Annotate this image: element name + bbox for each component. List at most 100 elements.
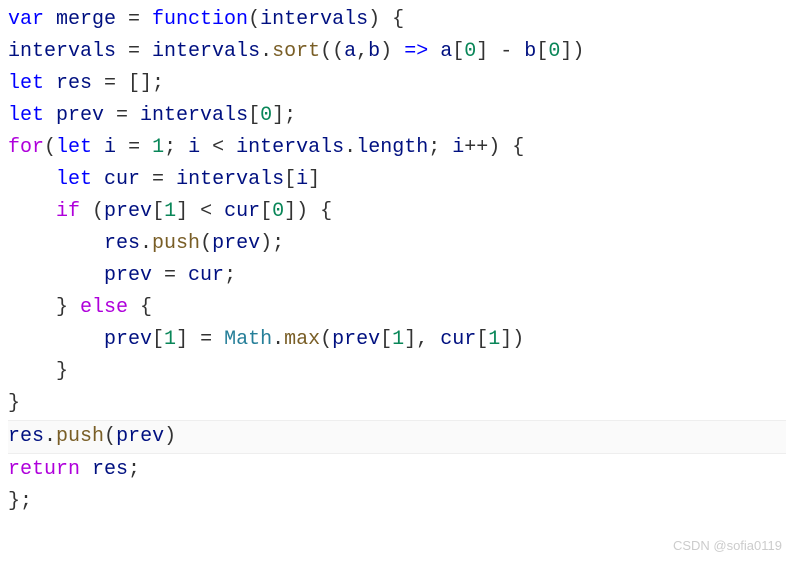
token-punct bbox=[8, 328, 104, 351]
token-identifier: prev bbox=[56, 104, 104, 127]
token-identifier: intervals bbox=[176, 168, 284, 191]
token-punct: { bbox=[128, 296, 152, 319]
token-punct: [ bbox=[152, 200, 164, 223]
token-identifier: prev bbox=[332, 328, 380, 351]
code-line: let cur = intervals[i] bbox=[8, 164, 786, 196]
code-line: } bbox=[8, 388, 786, 420]
token-punct: [ bbox=[260, 200, 272, 223]
token-punct: ( bbox=[320, 328, 332, 351]
token-punct: = bbox=[140, 168, 176, 191]
token-punct bbox=[8, 200, 56, 223]
token-number: 0 bbox=[464, 40, 476, 63]
token-punct: ], bbox=[404, 328, 440, 351]
token-method: sort bbox=[272, 40, 320, 63]
token-identifier: prev bbox=[116, 425, 164, 448]
token-punct: . bbox=[272, 328, 284, 351]
token-number: 1 bbox=[392, 328, 404, 351]
token-punct: ]) { bbox=[284, 200, 332, 223]
token-identifier: res bbox=[56, 72, 92, 95]
token-punct: < bbox=[200, 136, 236, 159]
token-method: push bbox=[152, 232, 200, 255]
token-identifier: cur bbox=[188, 264, 224, 287]
code-line: } else { bbox=[8, 292, 786, 324]
token-punct: }; bbox=[8, 490, 32, 513]
code-line: return res; bbox=[8, 454, 786, 486]
token-punct bbox=[8, 232, 104, 255]
token-punct: = bbox=[116, 40, 152, 63]
code-line: }; bbox=[8, 486, 786, 518]
token-number: 1 bbox=[152, 136, 164, 159]
token-kw-let: let bbox=[56, 168, 104, 191]
token-identifier: merge bbox=[56, 8, 116, 31]
token-punct: [ bbox=[476, 328, 488, 351]
token-punct: [ bbox=[152, 328, 164, 351]
token-punct: ++) { bbox=[464, 136, 524, 159]
token-punct: } bbox=[8, 392, 20, 415]
token-number: 0 bbox=[548, 40, 560, 63]
code-line: res.push(prev); bbox=[8, 228, 786, 260]
token-param: b bbox=[368, 40, 380, 63]
token-kw-else: else bbox=[80, 296, 128, 319]
token-punct: , bbox=[356, 40, 368, 63]
token-identifier: i bbox=[296, 168, 308, 191]
code-line: for(let i = 1; i < intervals.length; i++… bbox=[8, 132, 786, 164]
token-punct bbox=[8, 264, 104, 287]
code-line: } bbox=[8, 356, 786, 388]
token-punct: ; bbox=[428, 136, 452, 159]
token-punct: = bbox=[104, 104, 140, 127]
token-kw-var: => bbox=[404, 40, 428, 63]
token-identifier: i bbox=[188, 136, 200, 159]
code-line: let prev = intervals[0]; bbox=[8, 100, 786, 132]
token-punct: ] - bbox=[476, 40, 524, 63]
token-identifier: res bbox=[8, 425, 44, 448]
token-kw-var: var bbox=[8, 8, 56, 31]
token-number: 1 bbox=[164, 328, 176, 351]
token-kw-function: function bbox=[152, 8, 248, 31]
token-type: Math bbox=[224, 328, 272, 351]
token-punct: = bbox=[116, 8, 152, 31]
token-identifier: intervals bbox=[140, 104, 248, 127]
token-identifier: a bbox=[440, 40, 452, 63]
token-identifier: prev bbox=[104, 328, 152, 351]
token-punct: ; bbox=[164, 136, 188, 159]
token-punct: [ bbox=[452, 40, 464, 63]
code-block: var merge = function(intervals) {interva… bbox=[8, 4, 786, 518]
token-punct: ]) bbox=[560, 40, 584, 63]
token-kw-if: if bbox=[56, 200, 80, 223]
token-punct: ); bbox=[260, 232, 284, 255]
token-kw-return: return bbox=[8, 458, 92, 481]
watermark: CSDN @sofia0119 bbox=[673, 536, 782, 557]
token-punct: . bbox=[344, 136, 356, 159]
token-identifier: cur bbox=[440, 328, 476, 351]
token-kw-let: let bbox=[8, 72, 56, 95]
token-kw-let: let bbox=[56, 136, 104, 159]
token-identifier: i bbox=[104, 136, 116, 159]
token-punct: [ bbox=[380, 328, 392, 351]
token-punct: ]) bbox=[500, 328, 524, 351]
token-punct: . bbox=[44, 425, 56, 448]
token-punct: = []; bbox=[92, 72, 164, 95]
token-identifier: res bbox=[104, 232, 140, 255]
token-identifier: intervals bbox=[236, 136, 344, 159]
token-number: 0 bbox=[272, 200, 284, 223]
token-punct: ]; bbox=[272, 104, 296, 127]
code-line: let res = []; bbox=[8, 68, 786, 100]
token-method: max bbox=[284, 328, 320, 351]
token-identifier: prev bbox=[104, 264, 152, 287]
token-punct: ( bbox=[104, 425, 116, 448]
token-punct bbox=[428, 40, 440, 63]
token-punct: . bbox=[140, 232, 152, 255]
token-identifier: res bbox=[92, 458, 128, 481]
token-punct: (( bbox=[320, 40, 344, 63]
token-punct: [ bbox=[284, 168, 296, 191]
token-identifier: prev bbox=[212, 232, 260, 255]
token-punct: ; bbox=[128, 458, 140, 481]
token-kw-let: let bbox=[8, 104, 56, 127]
token-punct: . bbox=[260, 40, 272, 63]
token-punct: = bbox=[116, 136, 152, 159]
token-param: intervals bbox=[260, 8, 368, 31]
token-number: 1 bbox=[488, 328, 500, 351]
token-identifier: b bbox=[524, 40, 536, 63]
token-number: 1 bbox=[164, 200, 176, 223]
token-punct: ; bbox=[224, 264, 236, 287]
